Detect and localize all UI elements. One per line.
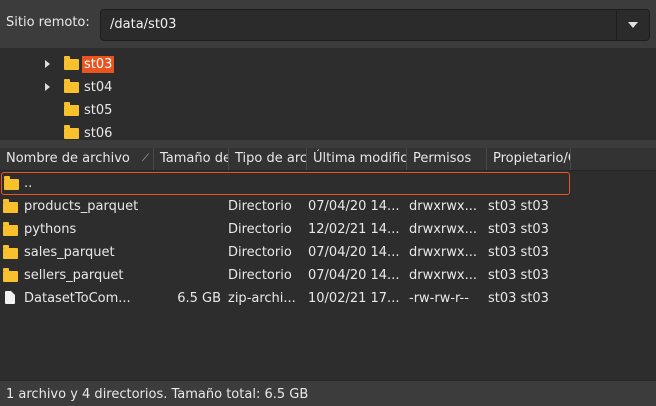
- filename-cell: sales_parquet: [24, 245, 115, 260]
- owner-cell: st03 st03: [488, 199, 549, 214]
- filesize-cell: [154, 241, 221, 264]
- table-row[interactable]: pythons Directorio 12/02/21 14... drwxrw…: [0, 218, 656, 241]
- status-bar: 1 archivo y 4 directorios. Tamaño total:…: [0, 380, 656, 406]
- modified-cell: 07/04/20 14...: [308, 245, 400, 260]
- owner-cell: st03 st03: [488, 291, 549, 306]
- remote-site-label: Sitio remoto:: [6, 15, 90, 30]
- permissions-cell: drwxrwx...: [409, 268, 477, 283]
- folder-icon: [64, 124, 79, 139]
- column-header-filesize[interactable]: Tamaño de archivo: [154, 148, 229, 170]
- filename-cell: DatasetToCom...: [24, 291, 131, 306]
- filetype-cell: Directorio: [228, 199, 292, 214]
- filesize-cell: [154, 195, 221, 218]
- path-dropdown-button[interactable]: [616, 10, 649, 40]
- modified-cell: 07/04/20 14...: [308, 268, 400, 283]
- permissions-cell: -rw-rw-r--: [409, 291, 469, 306]
- remote-file-list[interactable]: Nombre de archivo ⟋ Tamaño de archivo Ti…: [0, 148, 656, 380]
- tree-item-label: st04: [84, 79, 113, 95]
- column-header-label: Permisos: [413, 151, 472, 166]
- column-header-filename[interactable]: Nombre de archivo ⟋: [0, 148, 154, 170]
- column-header-label: Nombre de archivo: [6, 151, 130, 166]
- table-row[interactable]: sellers_parquet Directorio 07/04/20 14..…: [0, 264, 656, 287]
- modified-cell: 07/04/20 14...: [308, 199, 400, 214]
- remote-path-input[interactable]: /data/st03: [110, 17, 176, 32]
- tree-item-label: st06: [84, 125, 113, 141]
- table-row[interactable]: DatasetToCom... 6.5 GB zip-archi... 10/0…: [0, 287, 656, 310]
- pane-splitter[interactable]: [0, 140, 656, 148]
- permissions-cell: drwxrwx...: [409, 245, 477, 260]
- filename-cell: products_parquet: [24, 199, 139, 214]
- remote-directory-tree[interactable]: st03 st04 st05 st06: [0, 48, 656, 140]
- tree-item-label: st05: [84, 102, 113, 118]
- filename-cell: sellers_parquet: [24, 268, 124, 283]
- folder-icon: [64, 78, 79, 93]
- remote-path-combo[interactable]: /data/st03: [100, 9, 650, 41]
- folder-icon: [3, 222, 18, 236]
- filetype-cell: Directorio: [228, 222, 292, 237]
- column-header-label: Última modificación: [313, 151, 407, 166]
- remote-site-bar: Sitio remoto: /data/st03: [0, 0, 656, 48]
- sort-ascending-icon: ⟋: [142, 153, 149, 164]
- filetype-cell: zip-archi...: [228, 291, 296, 306]
- status-summary: 1 archivo y 4 directorios. Tamaño total:…: [6, 387, 309, 402]
- chevron-down-icon: [628, 22, 638, 28]
- folder-icon: [3, 268, 18, 282]
- permissions-cell: drwxrwx...: [409, 199, 477, 214]
- column-header-label: Propietario/Grupo: [493, 151, 570, 166]
- expand-arrow-icon[interactable]: [45, 83, 50, 91]
- column-header-permissions[interactable]: Permisos: [407, 148, 487, 170]
- filesize-cell: [154, 264, 221, 287]
- tree-item-label: st03: [82, 55, 115, 73]
- column-header-modified[interactable]: Última modificación: [307, 148, 407, 170]
- owner-cell: st03 st03: [488, 268, 549, 283]
- owner-cell: st03 st03: [488, 245, 549, 260]
- column-header-owner[interactable]: Propietario/Grupo: [487, 148, 571, 170]
- folder-icon: [64, 101, 79, 116]
- table-row[interactable]: ..: [1, 172, 570, 195]
- modified-cell: 10/02/21 17...: [308, 291, 400, 306]
- column-header-filetype[interactable]: Tipo de archivo: [229, 148, 307, 170]
- expand-arrow-icon[interactable]: [45, 60, 50, 68]
- permissions-cell: drwxrwx...: [409, 222, 477, 237]
- filetype-cell: Directorio: [228, 268, 292, 283]
- filename-cell: ..: [24, 176, 33, 191]
- filesize-cell: [154, 218, 221, 241]
- filesize-cell: 6.5 GB: [177, 291, 221, 306]
- modified-cell: 12/02/21 14...: [308, 222, 400, 237]
- column-header-label: Tamaño de archivo: [160, 151, 228, 166]
- filename-cell: pythons: [24, 222, 77, 237]
- table-row[interactable]: sales_parquet Directorio 07/04/20 14... …: [0, 241, 656, 264]
- table-row[interactable]: products_parquet Directorio 07/04/20 14.…: [0, 195, 656, 218]
- column-header-label: Tipo de archivo: [235, 151, 307, 166]
- file-icon: [5, 291, 15, 304]
- folder-icon: [64, 55, 79, 70]
- list-header: Nombre de archivo ⟋ Tamaño de archivo Ti…: [0, 148, 656, 171]
- owner-cell: st03 st03: [488, 222, 549, 237]
- filetype-cell: Directorio: [228, 245, 292, 260]
- folder-icon: [3, 245, 18, 259]
- folder-icon: [4, 176, 19, 190]
- folder-icon: [3, 199, 18, 213]
